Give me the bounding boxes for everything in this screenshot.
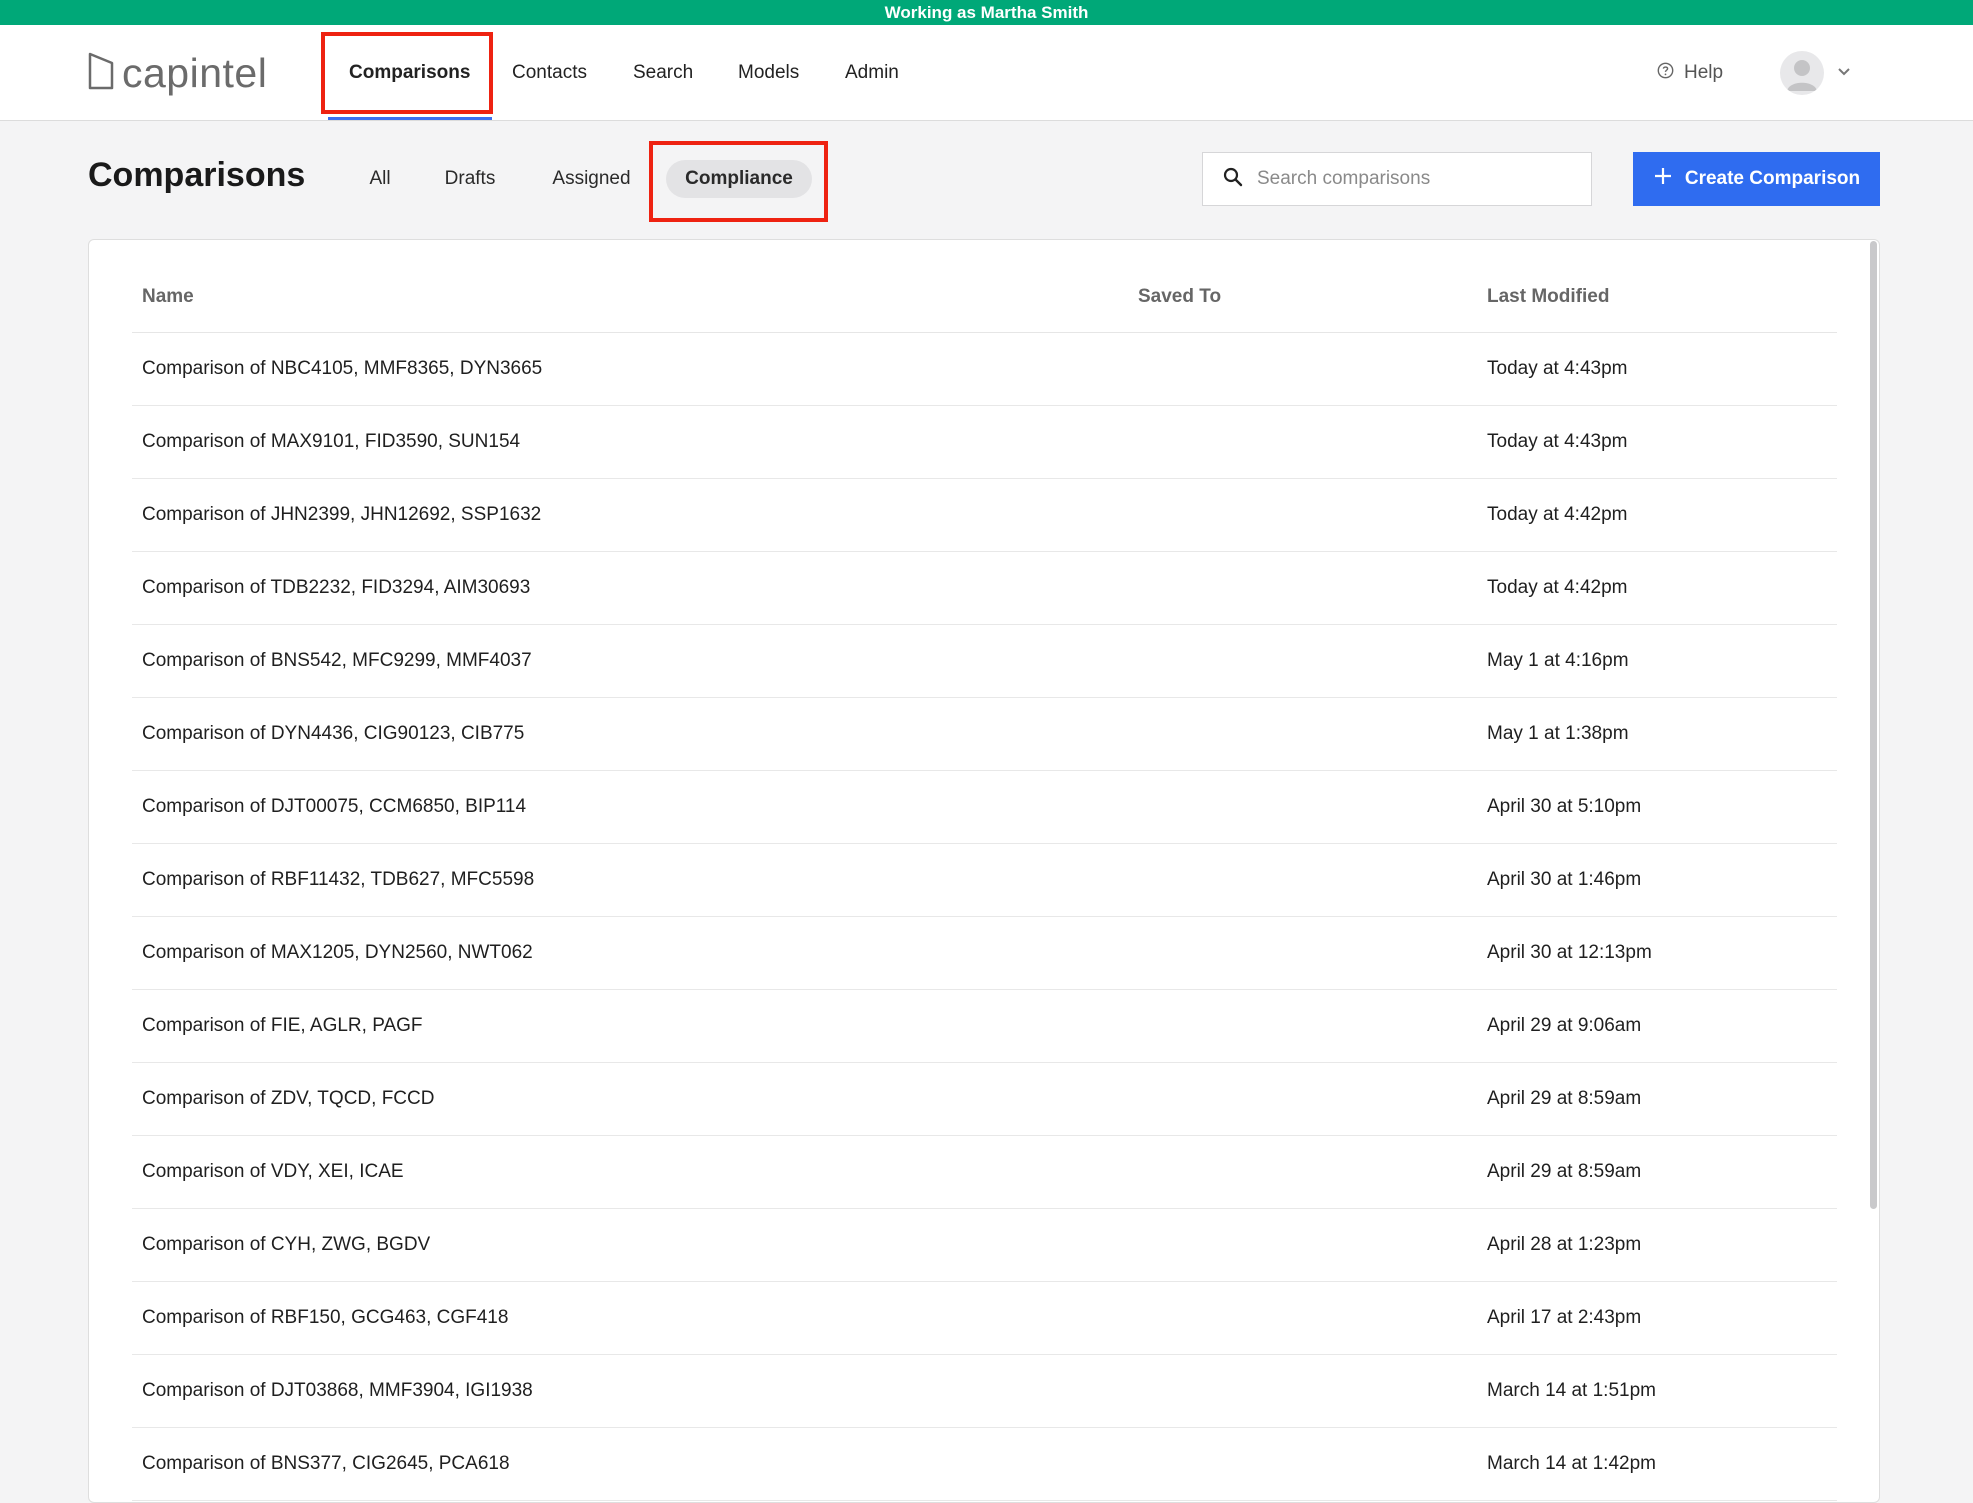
row-last-modified: April 17 at 2:43pm [1487,1307,1642,1328]
nav-comparisons[interactable]: Comparisons [349,25,470,121]
help-circle-icon [1657,62,1674,85]
table-row[interactable]: Comparison of DJT03868, MMF3904, IGI1938… [132,1355,1837,1428]
row-last-modified: April 30 at 5:10pm [1487,796,1642,817]
nav-contacts[interactable]: Contacts [512,25,587,121]
table-row[interactable]: Comparison of DYN4436, CIG90123, CIB775 M… [132,698,1837,771]
comparisons-table: Name Saved To Last Modified Comparison o… [88,239,1880,1503]
row-name: Comparison of FIE, AGLR, PAGF [142,1015,423,1036]
search-icon [1223,167,1243,192]
table-row[interactable]: Comparison of MAX1205, DYN2560, NWT062 Ap… [132,917,1837,990]
nav-search[interactable]: Search [633,25,693,121]
row-last-modified: March 14 at 1:42pm [1487,1453,1656,1474]
nav-active-indicator [328,117,492,120]
table-scrollbar[interactable] [1870,241,1877,1209]
row-name: Comparison of VDY, XEI, ICAE [142,1161,404,1182]
search-box[interactable] [1202,152,1592,206]
table-body: Comparison of NBC4105, MMF8365, DYN3665 T… [132,333,1837,1501]
row-name: Comparison of BNS542, MFC9299, MMF4037 [142,650,532,671]
row-last-modified: Today at 4:43pm [1487,358,1628,379]
page-title: Comparisons [88,156,306,194]
table-row[interactable]: Comparison of BNS542, MFC9299, MMF4037 Ma… [132,625,1837,698]
chevron-down-icon[interactable] [1836,63,1852,84]
row-name: Comparison of CYH, ZWG, BGDV [142,1234,431,1255]
row-name: Comparison of MAX9101, FID3590, SUN154 [142,431,521,452]
table-row[interactable]: Comparison of FIE, AGLR, PAGF April 29 at… [132,990,1837,1063]
filter-drafts[interactable]: Drafts [433,160,507,198]
row-last-modified: Today at 4:42pm [1487,504,1628,525]
row-name: Comparison of RBF150, GCG463, CGF418 [142,1307,509,1328]
table-row[interactable]: Comparison of VDY, XEI, ICAE April 29 at … [132,1136,1837,1209]
row-last-modified: May 1 at 4:16pm [1487,650,1629,671]
row-last-modified: April 29 at 8:59am [1487,1161,1642,1182]
impersonation-banner: Working as Martha Smith [0,0,1973,25]
table-row[interactable]: Comparison of NBC4105, MMF8365, DYN3665 T… [132,333,1837,406]
filter-compliance[interactable]: Compliance [666,160,812,198]
row-last-modified: April 30 at 1:46pm [1487,869,1642,890]
table-row[interactable]: Comparison of BNS377, CIG2645, PCA618 Mar… [132,1428,1837,1501]
row-last-modified: April 29 at 8:59am [1487,1088,1642,1109]
column-header-last-modified[interactable]: Last Modified [1487,286,1609,308]
table-row[interactable]: Comparison of DJT00075, CCM6850, BIP114 A… [132,771,1837,844]
nav-models[interactable]: Models [738,25,799,121]
row-name: Comparison of DYN4436, CIG90123, CIB775 [142,723,525,744]
table-row[interactable]: Comparison of CYH, ZWG, BGDV April 28 at … [132,1209,1837,1282]
help-link[interactable]: Help [1657,25,1723,121]
row-last-modified: March 14 at 1:51pm [1487,1380,1656,1401]
row-last-modified: April 30 at 12:13pm [1487,942,1652,963]
row-name: Comparison of DJT03868, MMF3904, IGI1938 [142,1380,533,1401]
row-last-modified: Today at 4:42pm [1487,577,1628,598]
row-last-modified: May 1 at 1:38pm [1487,723,1629,744]
create-comparison-label: Create Comparison [1684,168,1861,189]
user-avatar-icon[interactable] [1780,51,1824,95]
help-label: Help [1684,62,1724,83]
column-header-saved-to[interactable]: Saved To [1138,286,1221,308]
create-comparison-button[interactable]: Create Comparison [1633,152,1880,206]
banner-text: Working as Martha Smith [884,2,1089,22]
row-name: Comparison of DJT00075, CCM6850, BIP114 [142,796,527,817]
row-last-modified: Today at 4:43pm [1487,431,1628,452]
search-input[interactable] [1257,168,1577,190]
logo-mark-icon [88,51,114,96]
table-row[interactable]: Comparison of JHN2399, JHN12692, SSP1632… [132,479,1837,552]
top-nav: capintel Comparisons Contacts Search Mod… [0,25,1973,121]
row-name: Comparison of JHN2399, JHN12692, SSP1632 [142,504,542,525]
table-row[interactable]: Comparison of ZDV, TQCD, FCCD April 29 at… [132,1063,1837,1136]
row-last-modified: April 29 at 9:06am [1487,1015,1642,1036]
nav-admin[interactable]: Admin [845,25,899,121]
logo[interactable]: capintel [88,45,267,101]
column-header-name[interactable]: Name [142,286,194,308]
plus-icon [1653,166,1673,192]
row-name: Comparison of BNS377, CIG2645, PCA618 [142,1453,510,1474]
row-last-modified: April 28 at 1:23pm [1487,1234,1642,1255]
row-name: Comparison of TDB2232, FID3294, AIM30693 [142,577,531,598]
table-row[interactable]: Comparison of MAX9101, FID3590, SUN154 To… [132,406,1837,479]
table-row[interactable]: Comparison of RBF11432, TDB627, MFC5598 A… [132,844,1837,917]
logo-text: capintel [122,49,268,96]
table-row[interactable]: Comparison of TDB2232, FID3294, AIM30693… [132,552,1837,625]
filter-assigned[interactable]: Assigned [541,160,642,198]
filter-all[interactable]: All [357,160,403,198]
table-row[interactable]: Comparison of RBF150, GCG463, CGF418 Apri… [132,1282,1837,1355]
row-name: Comparison of NBC4105, MMF8365, DYN3665 [142,358,543,379]
table-header: Name Saved To Last Modified [132,240,1837,333]
row-name: Comparison of MAX1205, DYN2560, NWT062 [142,942,533,963]
row-name: Comparison of ZDV, TQCD, FCCD [142,1088,435,1109]
row-name: Comparison of RBF11432, TDB627, MFC5598 [142,869,535,890]
